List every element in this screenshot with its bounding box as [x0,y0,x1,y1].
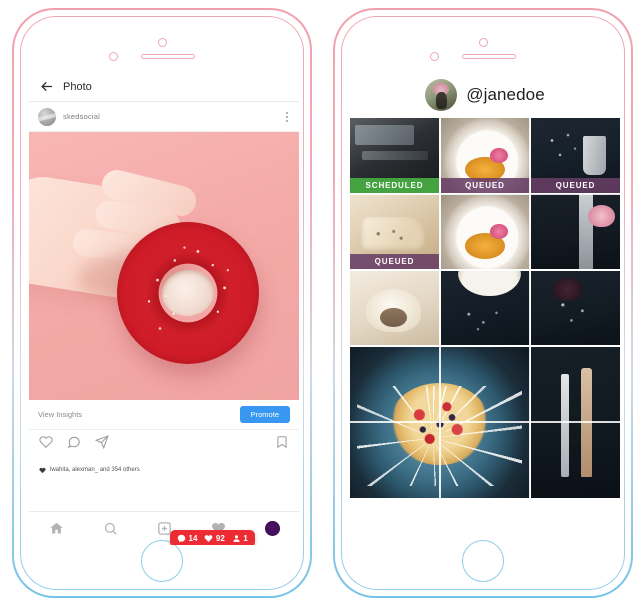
left-phone-screen: Photo skedsocial View Insights Promote l… [29,72,299,545]
tooltip-comments: 14 [177,534,197,543]
post-actions [29,430,299,458]
grid-cell-dark-crumbs[interactable] [440,270,530,346]
more-options-icon[interactable] [286,111,290,122]
photo-nav-bar: Photo [29,72,299,102]
tab-home[interactable] [49,521,64,536]
tooltip-like-count: 92 [215,534,225,543]
post-header: skedsocial [29,102,299,132]
heart-icon [205,535,213,542]
front-camera-icon [479,38,488,47]
engagement-tooltip: 14 92 1 [170,530,255,545]
screenshot-stage: Photo skedsocial View Insights Promote l… [0,0,643,607]
proximity-sensor-icon [109,52,118,61]
insights-row: View Insights Promote [29,400,299,430]
grid-cell-berry-tart-blue-plate[interactable] [350,346,530,498]
tab-profile[interactable] [264,521,280,536]
media-grid: SCHEDULED QUEUED QUEUED QUEUED [350,118,620,498]
back-arrow-icon[interactable] [39,79,54,94]
grid-cell-dark-tools[interactable]: SCHEDULED [350,118,439,193]
home-icon [49,522,63,534]
bookmark-icon[interactable] [275,435,289,454]
heart-icon[interactable] [39,435,53,454]
grid-cell-cutlery-dark[interactable] [531,346,620,498]
search-icon [104,522,117,535]
grid-cell-rose-fork[interactable] [531,194,620,270]
home-button[interactable] [141,540,183,582]
promote-button[interactable]: Promote [239,406,290,423]
tooltip-profile-views: 1 [232,534,248,543]
grid-cell-bread-slices[interactable]: QUEUED [350,194,439,270]
status-badge: QUEUED [531,177,620,193]
comment-icon[interactable] [67,435,81,454]
comment-icon [177,534,186,543]
tooltip-comment-count: 14 [188,534,198,543]
front-camera-icon [158,38,167,47]
profile-icon [233,535,240,542]
share-icon[interactable] [94,434,109,454]
grid-cell-cream-dessert[interactable] [350,270,439,346]
tooltip-profile-count: 1 [243,534,248,543]
likes-text: lwahita, alexman_ and 354 others [50,467,140,473]
post-username[interactable]: skedsocial [63,112,286,121]
proximity-sensor-icon [430,52,439,61]
home-button[interactable] [462,540,504,582]
status-badge: QUEUED [350,254,439,270]
grid-cell-plate-flower[interactable]: QUEUED [440,118,530,193]
phone-left: Photo skedsocial View Insights Promote l… [12,8,312,598]
likes-row: lwahita, alexman_ and 354 others [29,458,299,479]
tooltip-likes: 92 [204,534,225,543]
heart-filled-icon [39,461,46,479]
page-title: Photo [63,80,92,93]
avatar[interactable] [38,107,56,126]
tab-search[interactable] [103,521,118,536]
earpiece-speaker [462,54,516,59]
post-photo[interactable] [29,132,299,400]
grid-cell-dark-berry[interactable] [531,270,620,346]
avatar[interactable] [425,79,458,111]
status-badge: SCHEDULED [350,177,439,193]
view-insights-link[interactable]: View Insights [38,410,82,419]
profile-handle: @janedoe [466,85,545,104]
milk-splash [357,386,523,486]
right-phone-screen: @janedoe SCHEDULED QUEUED QUEUED QUEUED [350,72,620,545]
status-badge: QUEUED [440,177,530,193]
profile-avatar-icon [264,521,280,536]
profile-header: @janedoe [350,72,620,118]
earpiece-speaker [141,54,195,59]
grid-cell-dark-fork[interactable]: QUEUED [531,118,620,193]
grid-cell-orange-tart-plate[interactable] [440,194,530,270]
phone-right: @janedoe SCHEDULED QUEUED QUEUED QUEUED [333,8,633,598]
